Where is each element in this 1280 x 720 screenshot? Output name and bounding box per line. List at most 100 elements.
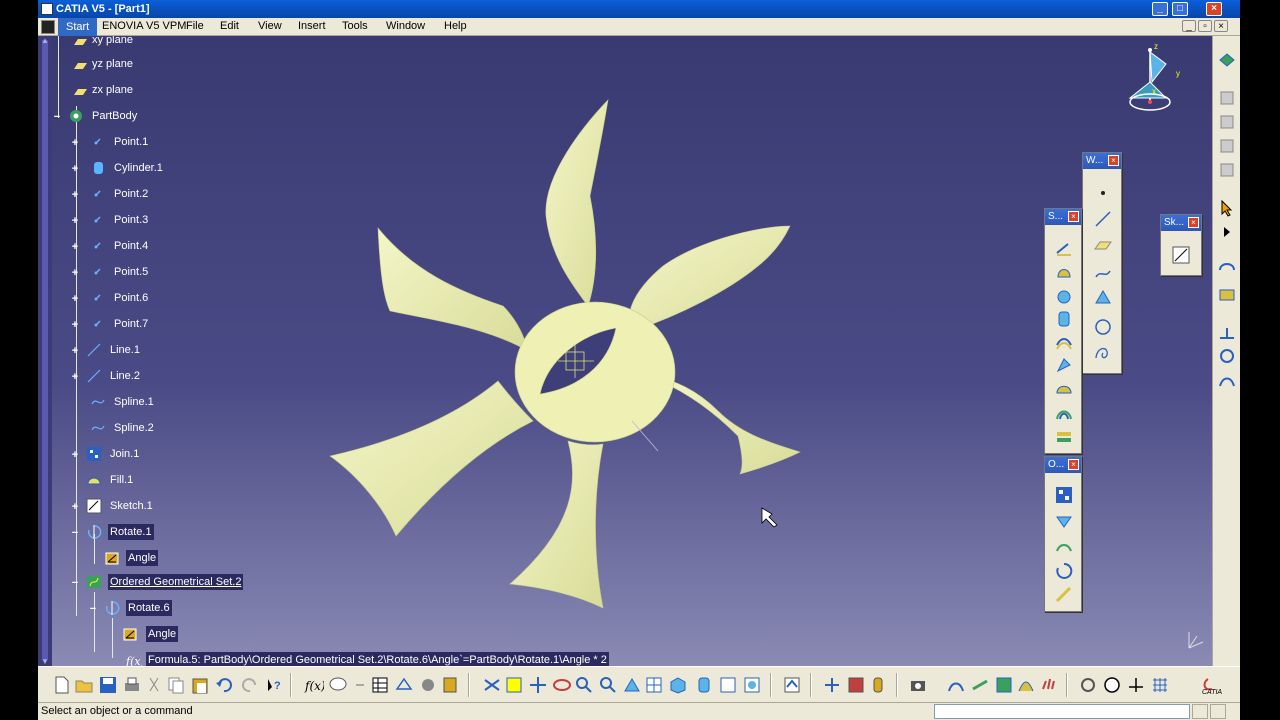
design-table-icon[interactable]: [370, 675, 390, 695]
compass-widget[interactable]: z y x: [1120, 40, 1190, 120]
zoom-in-icon[interactable]: [574, 675, 594, 695]
grid-icon[interactable]: [1150, 675, 1170, 695]
tree-node-formula-5[interactable]: f(x) Formula.5: PartBody\Ordered Geometr…: [112, 652, 672, 666]
tree-node-angle[interactable]: Angle: [94, 550, 294, 568]
minimize-button[interactable]: _: [1152, 2, 1168, 16]
shading-icon[interactable]: [694, 675, 714, 695]
knowledge-param-icon[interactable]: [440, 675, 460, 695]
rotate-view-icon[interactable]: [552, 675, 572, 695]
tree-node-point-7[interactable]: + Point.7: [70, 316, 270, 334]
tree-node-spline-1[interactable]: Spline.1: [70, 394, 270, 412]
tree-node-line-2[interactable]: + Line.2: [70, 368, 270, 386]
measure-icon[interactable]: [1217, 324, 1237, 344]
tool-icon[interactable]: [1217, 112, 1237, 132]
formula-fx-icon[interactable]: f(x): [304, 675, 324, 695]
pan-icon[interactable]: [528, 675, 548, 695]
collapse-icon[interactable]: −: [52, 112, 62, 123]
hyperlink-icon[interactable]: [350, 675, 370, 695]
join-tool-icon[interactable]: [1054, 485, 1074, 505]
print-icon[interactable]: [122, 675, 142, 695]
collapse-icon[interactable]: −: [88, 604, 98, 615]
expand-icon[interactable]: +: [70, 346, 80, 357]
menu-help[interactable]: Help: [444, 20, 467, 32]
tree-node-sketch-1[interactable]: + Sketch.1: [70, 498, 270, 516]
sketch-tool-icon[interactable]: [1171, 245, 1191, 265]
select-arrow-icon[interactable]: [1217, 198, 1237, 218]
tree-node-spline-2[interactable]: Spline.2: [70, 420, 270, 438]
tree-node-yz-plane[interactable]: yz plane: [58, 56, 258, 74]
tree-node-cylinder-1[interactable]: + Cylinder.1: [70, 160, 270, 178]
tree-node-point-3[interactable]: + Point.3: [70, 212, 270, 230]
spline-tool-icon[interactable]: [1093, 343, 1113, 363]
expand-icon[interactable]: +: [70, 372, 80, 383]
tree-node-point-5[interactable]: + Point.5: [70, 264, 270, 282]
close-icon[interactable]: ×: [1068, 211, 1079, 222]
transform-tool-icon[interactable]: [1054, 585, 1074, 605]
menu-window[interactable]: Window: [386, 20, 425, 32]
tree-node-xy-plane[interactable]: xy plane: [58, 36, 258, 50]
tool-icon[interactable]: [1217, 160, 1237, 180]
tree-node-ordered-geometrical-set-2[interactable]: − Ordered Geometrical Set.2: [70, 574, 330, 592]
measure-inertia-icon[interactable]: [1217, 346, 1237, 366]
open-icon[interactable]: [74, 675, 94, 695]
power-input-icon[interactable]: [1192, 704, 1208, 719]
comment-icon[interactable]: [328, 675, 348, 695]
redo-icon[interactable]: [240, 675, 260, 695]
tree-node-line-1[interactable]: + Line.1: [70, 342, 270, 360]
command-input[interactable]: [934, 704, 1190, 719]
surfaces-toolbar-title[interactable]: S... ×: [1045, 209, 1081, 225]
tree-node-rotate-6[interactable]: − Rotate.6: [88, 600, 288, 618]
menu-enovia[interactable]: ENOVIA V5 VPM: [102, 20, 186, 32]
sphere-tool-icon[interactable]: [1054, 287, 1074, 307]
rotate-tool-icon[interactable]: [1054, 561, 1074, 581]
expand-icon[interactable]: +: [70, 138, 80, 149]
tree-node-join-1[interactable]: + Join.1: [70, 446, 270, 464]
tree-node-zx-plane[interactable]: zx plane: [58, 82, 258, 100]
intersection-tool-icon[interactable]: [1093, 287, 1113, 307]
tree-node-point-2[interactable]: + Point.2: [70, 186, 270, 204]
paste-icon[interactable]: [190, 675, 210, 695]
workbench-icon[interactable]: [1217, 50, 1237, 70]
whats-this-icon[interactable]: ?: [264, 675, 284, 695]
capture-icon[interactable]: [908, 675, 928, 695]
maximize-button[interactable]: □: [1172, 2, 1188, 16]
expand-icon[interactable]: +: [70, 242, 80, 253]
close-icon[interactable]: ×: [1188, 217, 1199, 228]
offset-tool-icon[interactable]: [1054, 333, 1074, 353]
menu-start[interactable]: Start: [58, 18, 98, 36]
instantiate-icon[interactable]: [394, 675, 414, 695]
knowledge-icon[interactable]: [1217, 258, 1237, 278]
swap-visible-icon[interactable]: [742, 675, 762, 695]
menu-insert[interactable]: Insert: [298, 20, 326, 32]
expand-icon[interactable]: +: [70, 164, 80, 175]
tree-node-angle-2[interactable]: Angle: [112, 626, 312, 644]
fill-tool-icon[interactable]: [1054, 379, 1074, 399]
axis-tool-icon[interactable]: [1126, 675, 1146, 695]
catalog-browser-icon[interactable]: [418, 675, 438, 695]
tree-node-point-6[interactable]: + Point.6: [70, 290, 270, 308]
stop-command-icon[interactable]: [1210, 704, 1226, 719]
plane-tool-icon[interactable]: [1093, 235, 1113, 255]
porcupine-icon[interactable]: [1040, 675, 1060, 695]
close-button[interactable]: ×: [1206, 2, 1222, 16]
update-icon[interactable]: [782, 675, 802, 695]
sweep-tool-icon[interactable]: [1054, 355, 1074, 375]
split-tool-icon[interactable]: [1054, 511, 1074, 531]
expand-icon[interactable]: +: [70, 294, 80, 305]
sketcher-toolbar-title[interactable]: Sk... ×: [1161, 215, 1201, 231]
analysis-icon[interactable]: [1217, 370, 1237, 390]
point-tool-icon[interactable]: [1093, 183, 1113, 203]
extract-tool-icon[interactable]: [1054, 537, 1074, 557]
cut-icon[interactable]: [144, 675, 164, 695]
draft-analysis-icon[interactable]: [994, 675, 1014, 695]
operations-toolbar-title[interactable]: O... ×: [1045, 457, 1081, 473]
hybrid-body-icon[interactable]: [868, 675, 888, 695]
close-icon[interactable]: ×: [1068, 459, 1079, 470]
expand-icon[interactable]: +: [70, 502, 80, 513]
expand-icon[interactable]: +: [70, 268, 80, 279]
close-icon[interactable]: ×: [1108, 155, 1119, 166]
tool-icon[interactable]: [1217, 88, 1237, 108]
geometrical-set-tool-icon[interactable]: [846, 675, 866, 695]
tool-icon[interactable]: [1217, 136, 1237, 156]
tree-node-point-1[interactable]: + Point.1: [70, 134, 270, 152]
